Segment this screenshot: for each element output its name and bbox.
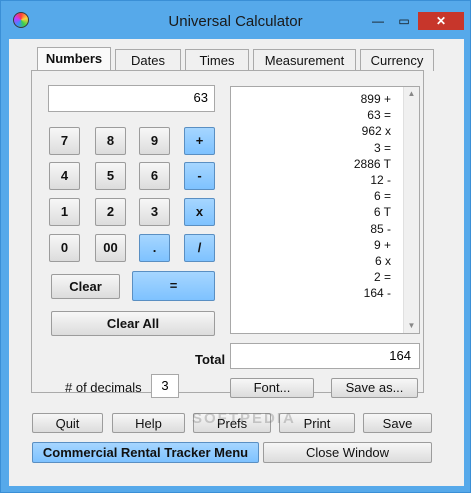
key-plus[interactable]: + <box>184 127 215 155</box>
key-minus[interactable]: - <box>184 162 215 190</box>
tape-scrollbar[interactable]: ▲ ▼ <box>403 87 419 333</box>
tape-list[interactable]: 899 + 63 = 962 x 3 = 2886 T 12 - 6 = 6 T… <box>230 86 420 334</box>
key-4[interactable]: 4 <box>49 162 80 190</box>
tape-entry: 3 = <box>373 140 391 155</box>
equals-button[interactable]: = <box>132 271 215 301</box>
total-label: Total <box>195 352 226 367</box>
tape-entry: 6 T <box>373 205 391 220</box>
tab-dates[interactable]: Dates <box>115 49 181 71</box>
tab-measurement[interactable]: Measurement <box>253 49 356 71</box>
minimize-button[interactable]: — <box>366 12 390 30</box>
key-3[interactable]: 3 <box>139 198 170 226</box>
scroll-up-arrow-icon[interactable]: ▲ <box>404 87 419 101</box>
key-5[interactable]: 5 <box>95 162 126 190</box>
calculator-display[interactable]: 63 <box>48 85 215 112</box>
key-6[interactable]: 6 <box>139 162 170 190</box>
key-1[interactable]: 1 <box>49 198 80 226</box>
maximize-button[interactable]: ▭ <box>392 12 416 30</box>
key-9[interactable]: 9 <box>139 127 170 155</box>
clear-button[interactable]: Clear <box>51 274 120 299</box>
app-window: Universal Calculator — ▭ ✕ Numbers Dates… <box>0 0 471 493</box>
close-window-button[interactable]: Close Window <box>263 442 432 463</box>
tape-entry: 12 - <box>370 173 391 188</box>
key-2[interactable]: 2 <box>95 198 126 226</box>
commercial-rental-tracker-menu-button[interactable]: Commercial Rental Tracker Menu <box>32 442 259 463</box>
font-button[interactable]: Font... <box>230 378 314 398</box>
key-8[interactable]: 8 <box>95 127 126 155</box>
scroll-down-arrow-icon[interactable]: ▼ <box>404 319 419 333</box>
clear-all-button[interactable]: Clear All <box>51 311 215 336</box>
client-area: Numbers Dates Times Measurement Currency… <box>9 39 464 486</box>
tab-numbers[interactable]: Numbers <box>37 47 111 71</box>
tape-entry: 2886 T <box>353 156 391 171</box>
numbers-panel: 63 7 8 9 + 4 5 6 - 1 2 3 x 0 00 . / Clea… <box>31 70 424 393</box>
key-dot[interactable]: . <box>139 234 170 262</box>
key-divide[interactable]: / <box>184 234 215 262</box>
tab-times[interactable]: Times <box>185 49 249 71</box>
decimals-label: # of decimals <box>65 380 142 395</box>
tape-entry: 6 x <box>374 254 391 269</box>
softpedia-watermark: SOFTPEDIA <box>192 410 296 427</box>
decimals-field[interactable]: 3 <box>151 374 179 398</box>
key-0[interactable]: 0 <box>49 234 80 262</box>
tape-entry: 962 x <box>361 124 391 139</box>
tape-entry: 6 = <box>373 189 391 204</box>
tape-entries: 899 + 63 = 962 x 3 = 2886 T 12 - 6 = 6 T… <box>354 91 391 302</box>
tape-entry: 164 - <box>363 286 391 301</box>
tab-currency[interactable]: Currency <box>360 49 434 71</box>
save-as-button[interactable]: Save as... <box>331 378 418 398</box>
tape-entry: 63 = <box>367 108 391 123</box>
close-button[interactable]: ✕ <box>418 12 464 30</box>
tape-entry: 9 + <box>373 237 391 252</box>
key-times[interactable]: x <box>184 198 215 226</box>
save-button[interactable]: Save <box>363 413 432 433</box>
key-00[interactable]: 00 <box>95 234 126 262</box>
tape-entry: 899 + <box>360 92 391 106</box>
total-field: 164 <box>230 343 420 369</box>
help-button[interactable]: Help <box>112 413 185 433</box>
tape-entry: 2 = <box>373 270 391 285</box>
tape-entry: 85 - <box>370 221 391 236</box>
quit-button[interactable]: Quit <box>32 413 103 433</box>
key-7[interactable]: 7 <box>49 127 80 155</box>
title-bar[interactable]: Universal Calculator — ▭ ✕ <box>1 1 470 39</box>
